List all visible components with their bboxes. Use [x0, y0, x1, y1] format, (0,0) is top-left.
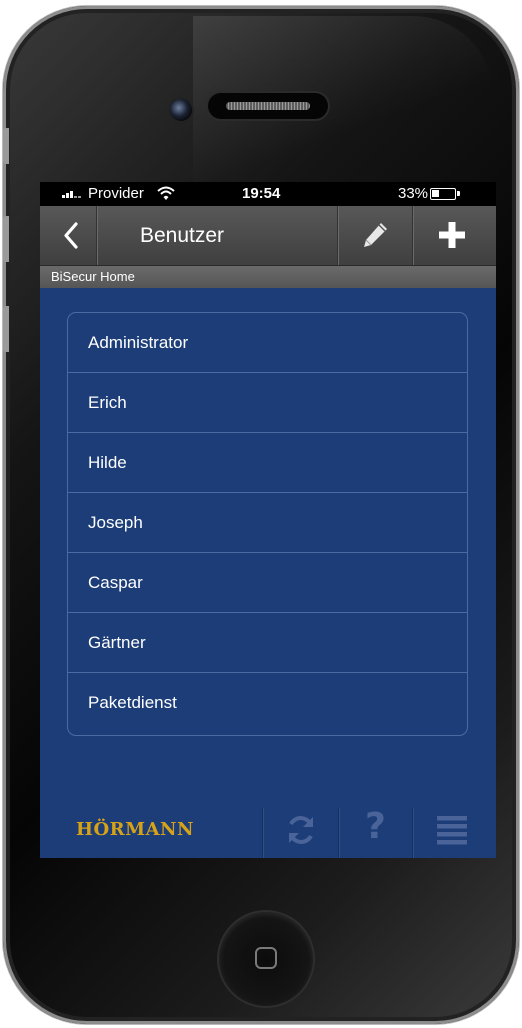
help-button[interactable]: ? — [339, 802, 412, 858]
chevron-left-icon — [64, 222, 78, 249]
refresh-button[interactable] — [263, 802, 338, 858]
menu-button[interactable] — [413, 802, 496, 858]
hormann-logo: HÖRMANN — [76, 819, 194, 840]
speaker-grill — [226, 102, 310, 110]
user-list: Administrator Erich Hilde Joseph Caspar … — [67, 312, 468, 736]
menu-icon — [437, 816, 467, 845]
user-list-item[interactable]: Paketdienst — [68, 673, 467, 733]
volume-down-button — [3, 306, 9, 352]
battery-tip — [457, 191, 460, 196]
status-bar: Provider 19:54 33% — [40, 182, 496, 206]
volume-up-button — [3, 216, 9, 262]
user-list-item[interactable]: Administrator — [68, 313, 467, 373]
user-list-item[interactable]: Joseph — [68, 493, 467, 553]
nav-divider — [96, 206, 97, 265]
footer-toolbar: HÖRMANN ? — [40, 802, 496, 858]
user-list-item[interactable]: Erich — [68, 373, 467, 433]
app-screen: Provider 19:54 33% Benutzer BiSecur Home… — [40, 182, 496, 858]
home-square-icon — [255, 947, 277, 969]
battery-icon — [430, 188, 460, 200]
user-list-item[interactable]: Gärtner — [68, 613, 467, 673]
mute-switch — [3, 128, 9, 164]
battery-percentage: 33% — [398, 185, 429, 202]
edit-button[interactable] — [338, 206, 412, 265]
add-user-button[interactable] — [413, 206, 496, 265]
home-button[interactable] — [219, 912, 313, 1006]
help-icon: ? — [365, 806, 386, 847]
refresh-icon — [289, 816, 313, 844]
front-camera — [170, 99, 192, 121]
home-name-header: BiSecur Home — [40, 266, 496, 288]
plus-icon — [439, 222, 465, 248]
user-list-item[interactable]: Hilde — [68, 433, 467, 493]
back-button[interactable] — [40, 206, 96, 265]
navigation-bar: Benutzer — [40, 206, 496, 266]
clock: 19:54 — [242, 185, 281, 202]
pencil-icon — [364, 223, 387, 247]
user-list-item[interactable]: Caspar — [68, 553, 467, 613]
page-title: Benutzer — [140, 224, 225, 247]
battery-fill — [432, 190, 439, 197]
carrier-name: Provider — [88, 185, 144, 202]
earpiece-speaker — [208, 93, 328, 119]
wifi-icon — [157, 186, 175, 200]
